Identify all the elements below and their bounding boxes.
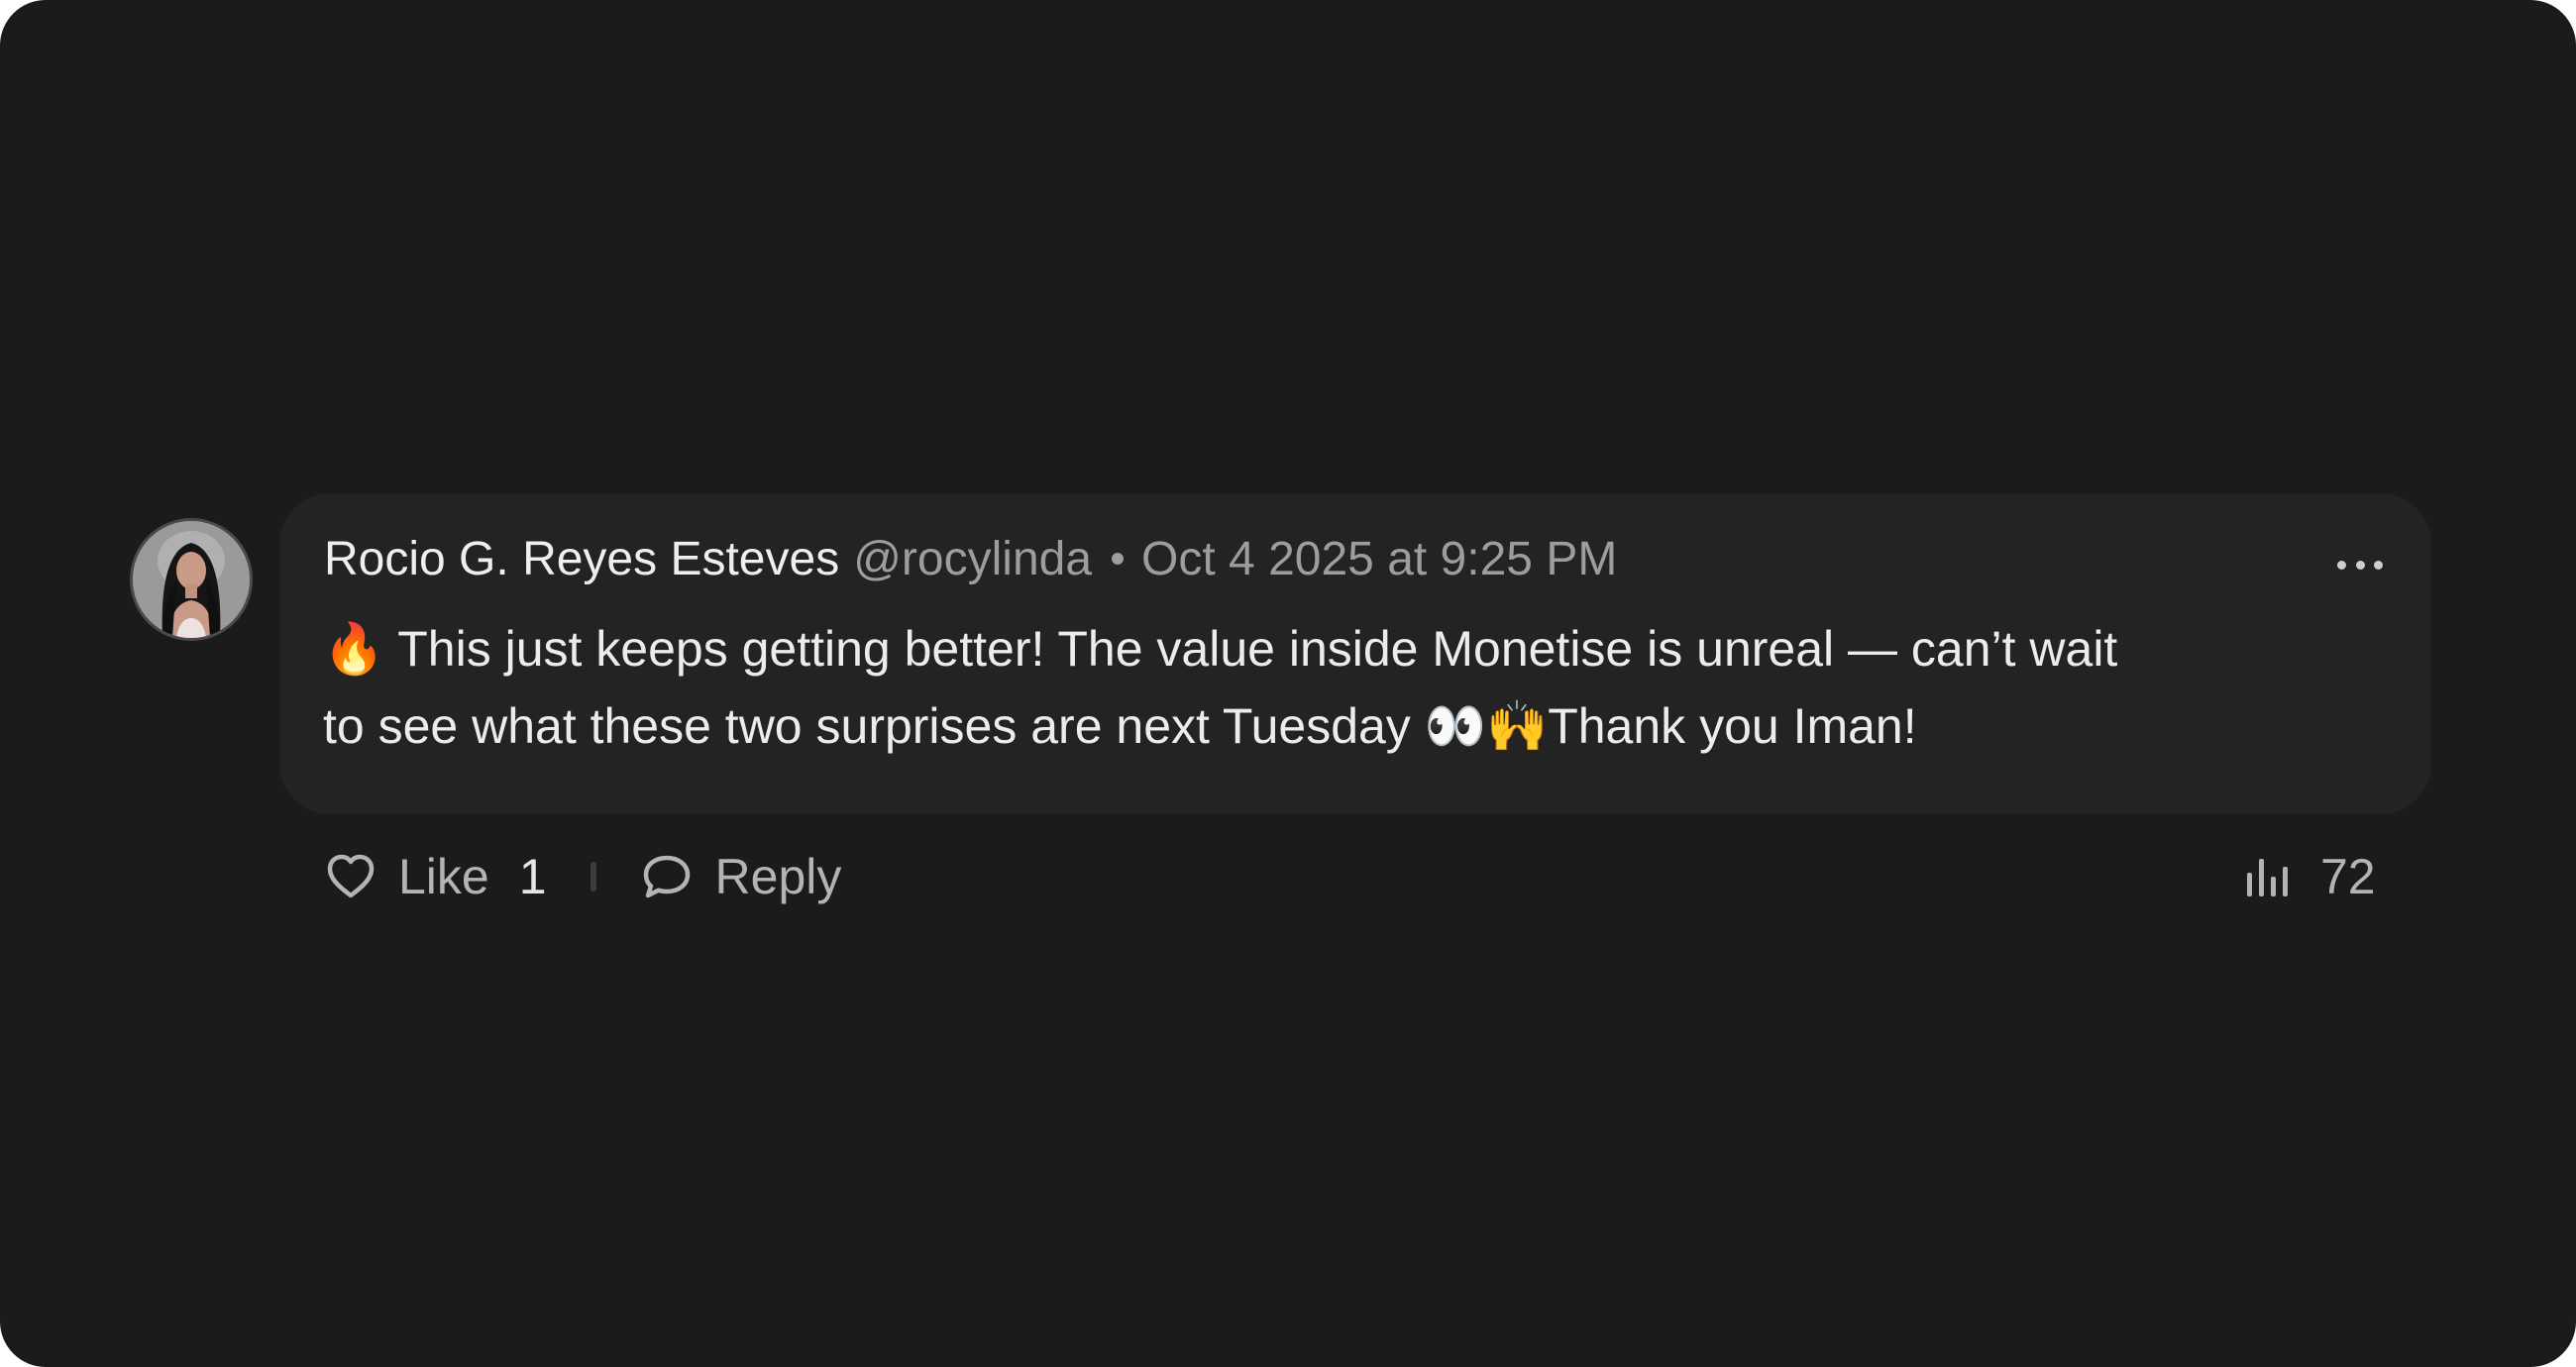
ellipsis-icon xyxy=(2337,560,2383,570)
view-count[interactable]: 72 xyxy=(2243,842,2376,911)
bar-chart-icon xyxy=(2243,853,2295,900)
reply-label: Reply xyxy=(714,849,842,904)
comment-header: Rocio G. Reyes Esteves @rocylinda Oct 4 … xyxy=(324,529,1617,588)
reply-button[interactable]: Reply xyxy=(640,848,842,905)
author-handle[interactable]: @rocylinda xyxy=(853,532,1092,586)
action-divider xyxy=(590,862,596,892)
like-count[interactable]: 1 xyxy=(519,848,547,905)
avatar[interactable] xyxy=(133,521,250,638)
comment-body: 🔥 This just keeps getting better! The va… xyxy=(323,610,2414,765)
comment-card: Rocio G. Reyes Esteves @rocylinda Oct 4 … xyxy=(0,0,2576,1367)
comment-actions: Like 1 Reply xyxy=(325,842,841,911)
comment-body-line: 🔥 This just keeps getting better! The va… xyxy=(323,621,2118,677)
separator-dot xyxy=(1112,553,1125,565)
comment-body-line: to see what these two surprises are next… xyxy=(323,698,1917,754)
author-name[interactable]: Rocio G. Reyes Esteves xyxy=(324,532,839,586)
timestamp[interactable]: Oct 4 2025 at 9:25 PM xyxy=(1141,532,1617,586)
profile-photo xyxy=(133,521,250,638)
views-count: 72 xyxy=(2320,849,2376,904)
like-button[interactable]: Like xyxy=(325,848,489,905)
speech-bubble-icon xyxy=(640,852,694,901)
more-options-button[interactable] xyxy=(2328,545,2392,584)
heart-outline-icon xyxy=(325,853,376,900)
like-label: Like xyxy=(398,849,489,904)
